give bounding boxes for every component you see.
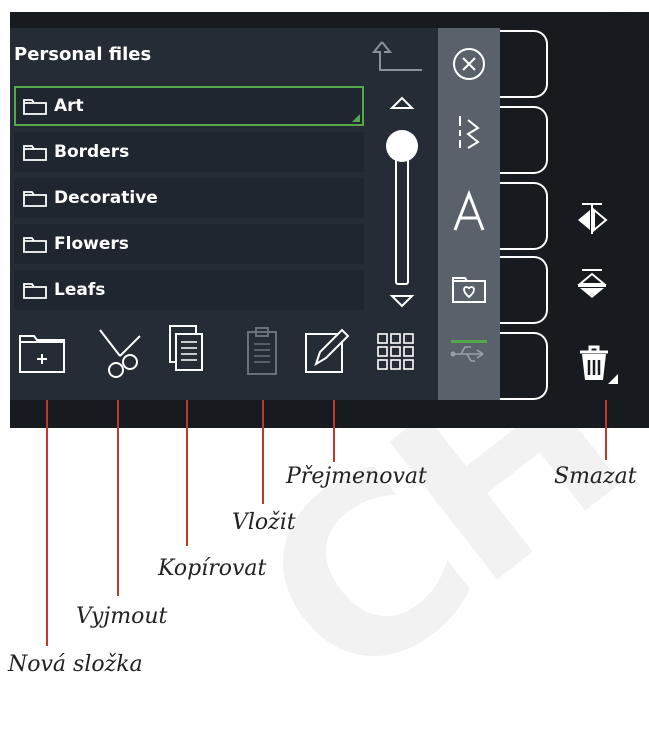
paste-icon [247, 327, 277, 375]
rename-icon [305, 328, 350, 373]
callout-line-paste [262, 400, 264, 504]
folder-icon [23, 237, 47, 253]
callout-cut: Vyjmout [76, 604, 168, 629]
panel-title: Personal files [14, 44, 152, 65]
callout-line-rename [333, 400, 335, 462]
close-button[interactable] [438, 34, 500, 94]
scroll-down-icon [389, 295, 415, 308]
list-item[interactable]: Leafs [14, 270, 364, 310]
personal-files-icon [452, 277, 486, 303]
callout-copy: Kopírovat [158, 556, 267, 581]
rename-button[interactable] [300, 320, 356, 384]
mirror-horizontal-icon[interactable] [572, 198, 612, 238]
folder-icon [23, 145, 47, 161]
callout-rename: Přejmenovat [286, 464, 427, 489]
hardware-button-3[interactable] [500, 182, 548, 250]
new-folder-icon [19, 335, 65, 373]
callout-line-delete [605, 400, 607, 460]
callout-line-new-folder [46, 400, 48, 646]
hardware-button-1[interactable] [500, 30, 548, 98]
paste-button[interactable] [234, 320, 290, 384]
list-item-label: Decorative [54, 188, 158, 208]
folder-icon [23, 283, 47, 299]
back-arrow-icon[interactable] [372, 36, 428, 84]
list-item-label: Flowers [54, 234, 129, 254]
callout-new-folder: Nová složka [8, 652, 143, 677]
list-item[interactable]: Flowers [14, 224, 364, 264]
font-button[interactable] [438, 182, 500, 242]
callout-delete: Smazat [554, 464, 637, 489]
sidebar [438, 28, 500, 400]
stitch-button[interactable] [438, 102, 500, 162]
list-item-label: Borders [54, 142, 130, 162]
list-item-label: Art [54, 96, 84, 116]
folder-list: Art Borders Decorative Flowers Leafs [14, 86, 364, 316]
new-folder-button[interactable] [14, 320, 70, 384]
stitch-icon [459, 116, 480, 149]
grid-view-button[interactable] [368, 320, 424, 384]
copy-icon [169, 325, 203, 371]
list-item[interactable]: Borders [14, 132, 364, 172]
cut-icon [99, 329, 141, 378]
usb-button[interactable] [438, 324, 500, 384]
grid-view-icon [377, 333, 414, 370]
callout-line-copy [186, 400, 188, 546]
personal-files-button[interactable] [438, 258, 500, 318]
list-item[interactable]: Decorative [14, 178, 364, 218]
mirror-vertical-icon[interactable] [572, 266, 612, 306]
scrollbar[interactable] [382, 94, 422, 318]
font-icon [453, 190, 485, 231]
scroll-thumb [386, 130, 418, 162]
scroll-up-icon [389, 96, 415, 109]
device-corner [589, 12, 649, 72]
hardware-button-2[interactable] [500, 106, 548, 174]
list-item-label: Leafs [54, 280, 106, 300]
hardware-button-4[interactable] [500, 256, 548, 324]
copy-button[interactable] [158, 320, 214, 384]
usb-icon [450, 346, 484, 362]
list-item[interactable]: Art [14, 86, 364, 126]
folder-icon [23, 99, 47, 115]
close-icon [453, 48, 485, 80]
delete-icon[interactable] [572, 340, 620, 388]
selected-corner [352, 114, 360, 122]
stage: CH Personal files Art Borders Decorative [0, 0, 649, 740]
callout-paste: Vložit [232, 510, 296, 535]
hardware-button-5[interactable] [500, 332, 548, 400]
cut-button[interactable] [90, 320, 146, 384]
folder-icon [23, 191, 47, 207]
callout-line-cut [117, 400, 119, 596]
